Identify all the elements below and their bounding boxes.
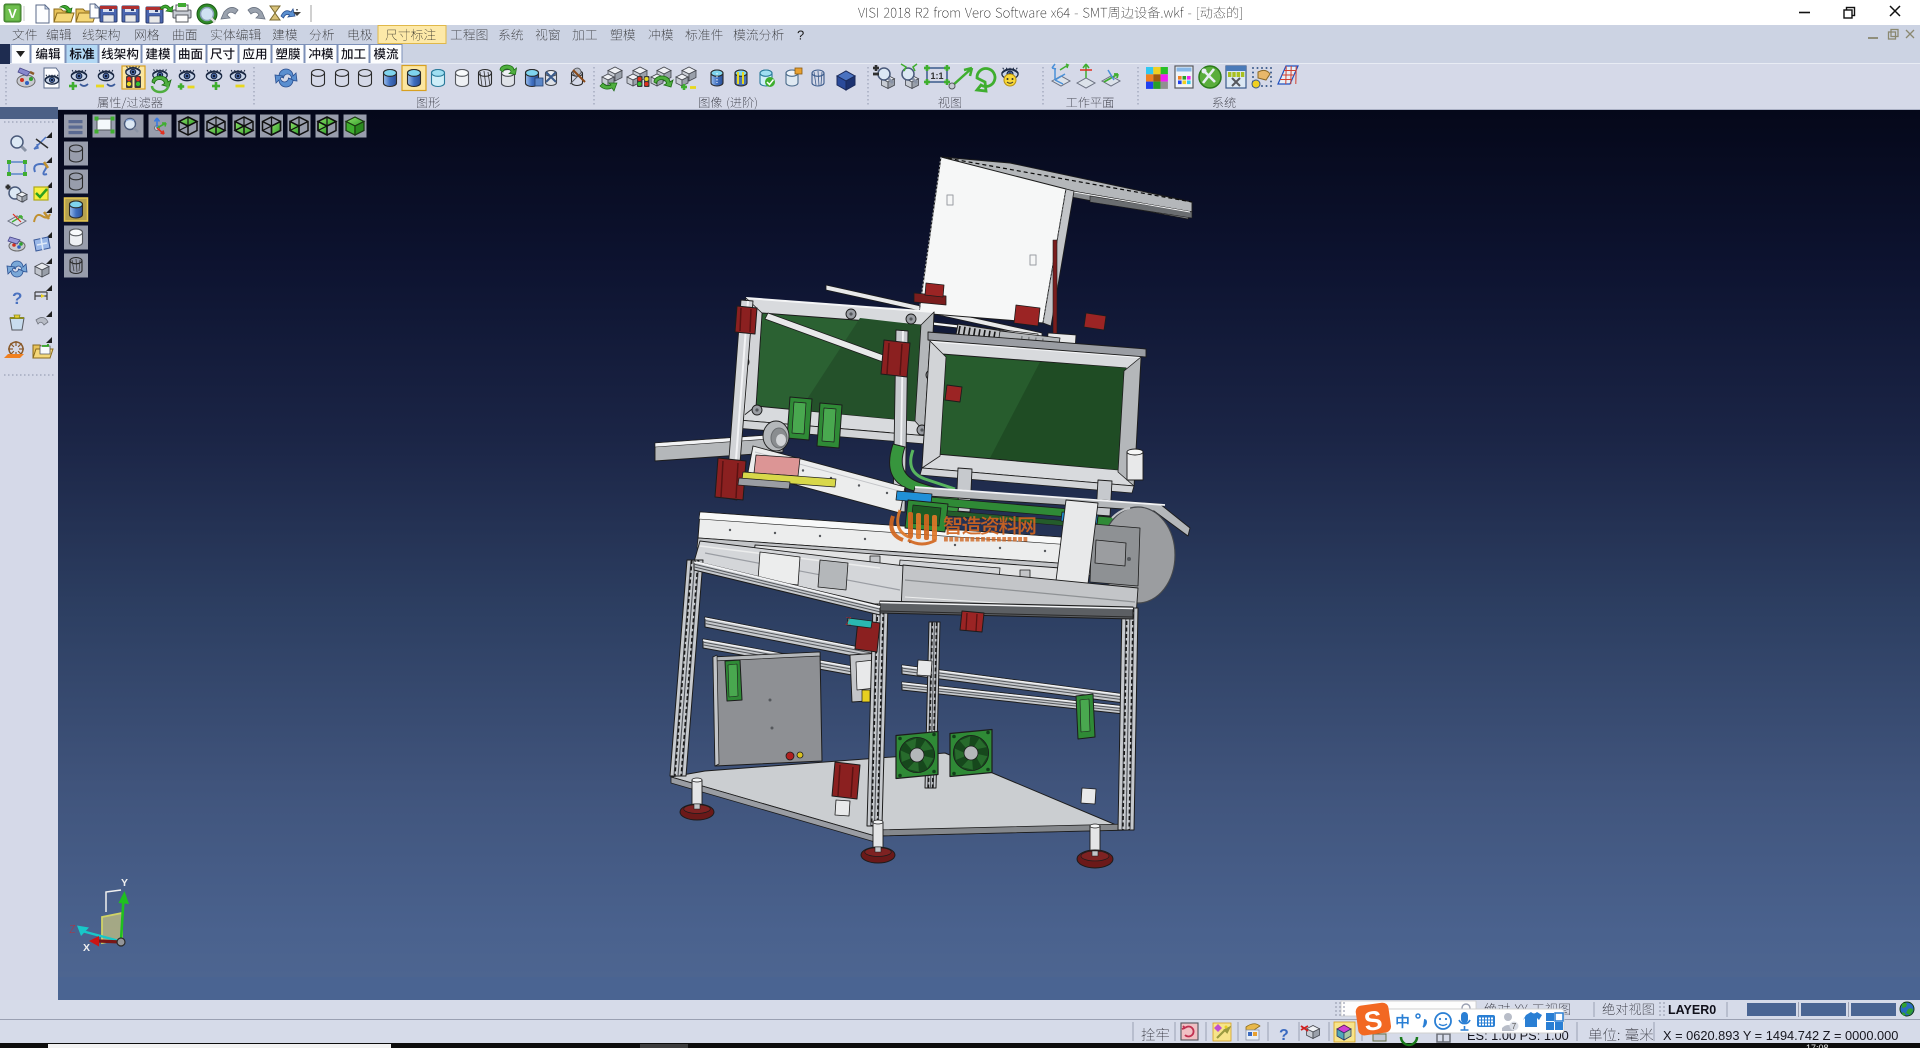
svg-text:?: ? — [1279, 1027, 1289, 1044]
svg-text:7: 7 — [1512, 1022, 1517, 1031]
svg-text:LAYER0: LAYER0 — [1668, 1003, 1716, 1017]
svg-text:X: X — [83, 942, 90, 954]
svg-text:?: ? — [797, 28, 804, 43]
svg-text:V: V — [8, 6, 17, 21]
svg-text:?: ? — [12, 289, 22, 308]
svg-text:1:1: 1:1 — [930, 71, 943, 81]
svg-text:17:08: 17:08 — [1806, 1043, 1829, 1048]
svg-text:Y: Y — [121, 877, 128, 889]
svg-text:X = 0620.893 Y = 1494.742 Z =: X = 0620.893 Y = 1494.742 Z = 0000.000 — [1663, 1028, 1898, 1043]
